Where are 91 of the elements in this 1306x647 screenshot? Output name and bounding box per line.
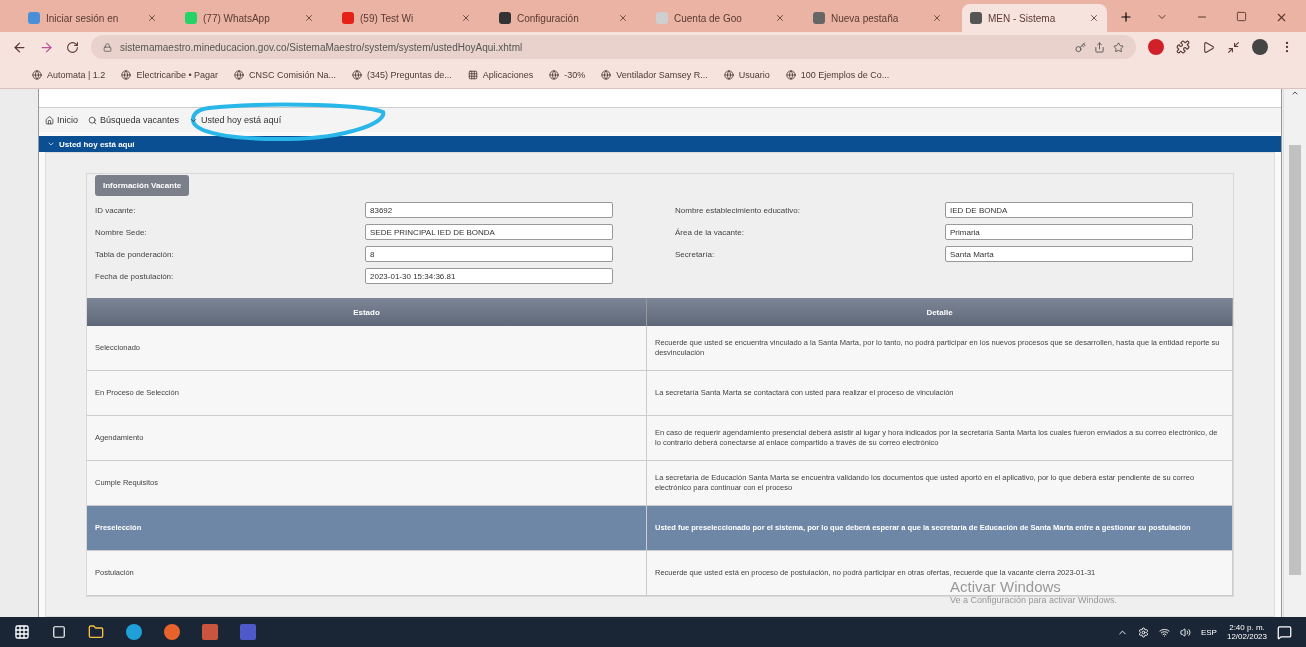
notifications-icon[interactable]	[1277, 624, 1292, 640]
scrollbar[interactable]	[1283, 89, 1306, 617]
input-field[interactable]: SEDE PRINCIPAL IED DE BONDA	[365, 224, 613, 240]
input-field[interactable]: 8	[365, 246, 613, 262]
bookmark[interactable]: 100 Ejemplos de Co...	[785, 70, 890, 80]
caret-icon	[47, 140, 55, 148]
globe-icon	[785, 70, 796, 80]
reload-icon[interactable]	[66, 40, 79, 54]
scroll-up-icon[interactable]	[1291, 89, 1299, 97]
close-icon[interactable]	[147, 13, 157, 23]
browser-tab[interactable]: (77) WhatsApp	[177, 4, 322, 32]
activation-subtitle: Ve a Configuración para activar Windows.	[950, 595, 1118, 605]
breadcrumb-link[interactable]: Usted hoy está aquí	[189, 115, 282, 125]
tab-favicon-icon	[970, 12, 982, 24]
activation-title: Activar Windows	[950, 578, 1062, 595]
maximize-icon[interactable]	[1236, 11, 1247, 22]
browser-tab[interactable]: Iniciar sesión en	[20, 4, 165, 32]
address-bar[interactable]: sistemamaestro.mineducacion.gov.co/SistemaMaestro/system/system/ustedHoyAqui.xhtml	[91, 35, 1136, 59]
volume-icon[interactable]	[1179, 626, 1191, 638]
tab-favicon-icon	[342, 12, 354, 24]
share-icon[interactable]	[1094, 41, 1105, 53]
lock-icon	[103, 42, 112, 52]
fieldset-legend: Información Vacante	[95, 175, 190, 196]
browser-tab[interactable]: Configuración	[491, 4, 636, 32]
globe-icon	[352, 70, 363, 80]
bookmark[interactable]: Aplicaciones	[467, 70, 534, 80]
browser-tab[interactable]: MEN - Sistema	[962, 4, 1107, 32]
globe-icon	[549, 70, 560, 80]
panel-title: Usted hoy está aquí	[59, 139, 135, 149]
input-field[interactable]: Primaria	[945, 224, 1193, 240]
bookmark[interactable]: Ventilador Samsey R...	[601, 70, 708, 80]
bookmark[interactable]: Electricaribe • Pagar	[121, 70, 219, 80]
search-icon	[88, 115, 97, 125]
back-icon[interactable]	[12, 39, 27, 55]
folder-icon[interactable]	[88, 624, 104, 640]
wifi-icon[interactable]	[1158, 626, 1170, 638]
avatar-icon[interactable]	[1252, 39, 1268, 55]
tab-favicon-icon	[499, 12, 511, 24]
globe-icon	[121, 70, 132, 80]
field-label: Área de la vacante:	[675, 227, 745, 237]
new-tab-icon[interactable]	[1119, 10, 1133, 24]
field-label: Tabla de ponderación:	[95, 249, 175, 259]
scrollbar-thumb[interactable]	[1289, 145, 1301, 575]
tab-favicon-icon	[185, 12, 197, 24]
puzzle-icon[interactable]	[1176, 40, 1190, 54]
close-icon[interactable]	[461, 13, 471, 23]
bookmark[interactable]: CNSC Comisión Na...	[234, 70, 337, 80]
column-header: Estado	[87, 298, 647, 326]
start-icon[interactable]	[14, 624, 30, 640]
bookmark[interactable]: Usuario	[723, 70, 770, 80]
gear-icon[interactable]	[1137, 626, 1149, 638]
bookmark[interactable]: (345) Preguntas de...	[352, 70, 452, 80]
grid-icon	[467, 70, 478, 80]
globe-icon	[32, 70, 42, 80]
field-label: ID vacante:	[95, 205, 137, 215]
field-label: Fecha de postulación:	[95, 271, 175, 281]
close-icon[interactable]	[1275, 11, 1288, 24]
star-icon[interactable]	[1113, 41, 1124, 53]
browser-tab[interactable]: (59) Test Wi	[334, 4, 479, 32]
forward-icon[interactable]	[39, 39, 54, 55]
close-icon[interactable]	[1089, 13, 1099, 23]
tab-favicon-icon	[813, 12, 825, 24]
globe-icon	[234, 70, 245, 80]
home-icon	[45, 115, 54, 125]
language-indicator[interactable]: ESP	[1200, 627, 1217, 637]
field-label: Nombre Sede:	[95, 227, 148, 237]
globe-icon	[601, 70, 612, 80]
bookmark[interactable]: -30%	[549, 70, 586, 80]
tab-favicon-icon	[656, 12, 668, 24]
field-label: Nombre establecimiento educativo:	[675, 205, 801, 215]
close-icon[interactable]	[932, 13, 942, 23]
clock[interactable]: 2:40 p. m. 12/02/2023	[1226, 623, 1267, 641]
key-icon[interactable]	[1075, 41, 1086, 53]
close-icon[interactable]	[304, 13, 314, 23]
globe-icon	[723, 70, 734, 80]
input-field[interactable]: Santa Marta	[945, 246, 1193, 262]
breadcrumb-link[interactable]: Búsqueda vacantes	[88, 115, 180, 125]
field-label: Secretaría:	[675, 249, 716, 259]
column-header: Detalle	[647, 298, 1233, 326]
tab-favicon-icon	[28, 12, 40, 24]
bookmark[interactable]: Automata | 1.2	[32, 70, 106, 80]
input-field[interactable]: 2023-01-30 15:34:36.81	[365, 268, 613, 284]
task-view-icon[interactable]	[52, 625, 66, 639]
close-icon[interactable]	[618, 13, 628, 23]
browser-tab[interactable]: Nueva pestaña	[805, 4, 950, 32]
browser-tab[interactable]: Cuenta de Goo	[648, 4, 793, 32]
input-field[interactable]: IED DE BONDA	[945, 202, 1193, 218]
close-icon[interactable]	[775, 13, 785, 23]
breadcrumb-link[interactable]: Inicio	[45, 115, 78, 125]
panel-header[interactable]: Usted hoy está aquí	[39, 136, 1281, 152]
input-field[interactable]: 83692	[365, 202, 613, 218]
